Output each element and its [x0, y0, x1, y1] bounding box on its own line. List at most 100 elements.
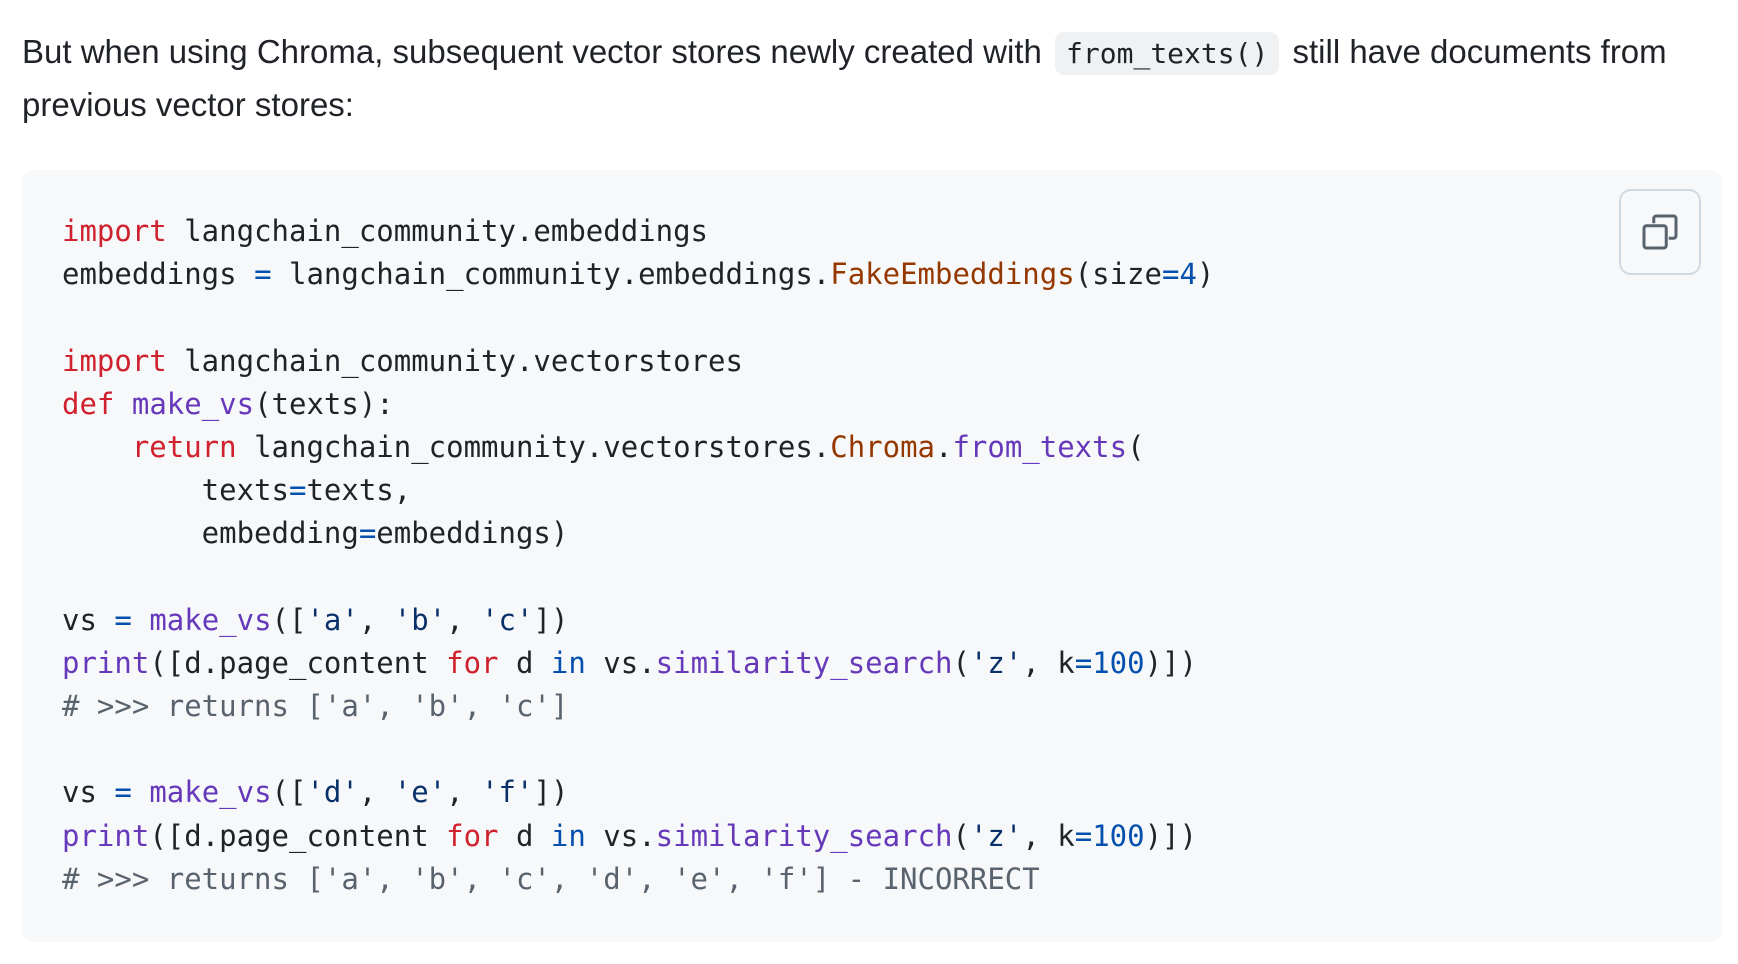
comment-body: But when using Chroma, subsequent vector… — [22, 0, 1722, 130]
code-token: for — [446, 645, 499, 680]
code-token: , k — [1022, 645, 1075, 680]
code-token: # >>> returns ['a', 'b', 'c', 'd', 'e', … — [62, 861, 1040, 896]
code-token: d — [498, 645, 551, 680]
code-token: ) — [1196, 257, 1215, 292]
code-token: 100 — [1092, 645, 1145, 680]
code-token: , — [358, 602, 394, 637]
code-token: , — [358, 775, 394, 810]
code-token: 'z' — [969, 818, 1023, 853]
code-token: vs. — [585, 818, 656, 853]
code-token: FakeEmbeddings — [830, 257, 1075, 292]
code-token: ([ — [271, 775, 307, 810]
code-token: embedding — [62, 516, 359, 551]
code-token: 'f' — [481, 775, 534, 810]
code-token: d — [498, 818, 551, 853]
code-token: ]) — [533, 602, 569, 637]
code-line: vs = make_vs(['d', 'e', 'f']) — [62, 771, 1214, 814]
code-token: make_vs — [149, 602, 272, 637]
code-content: import langchain_community.embeddings emb… — [62, 210, 1214, 901]
code-token: langchain_community.vectorstores. — [236, 429, 831, 464]
code-token: in — [550, 818, 586, 853]
code-token: 'a' — [306, 602, 359, 637]
inline-code: from_texts() — [1055, 32, 1280, 75]
code-line: # >>> returns ['a', 'b', 'c'] — [62, 685, 1214, 728]
code-token: embeddings — [62, 257, 255, 292]
code-token: make_vs — [149, 775, 272, 810]
code-token: import — [62, 214, 167, 248]
code-token: similarity_search — [655, 645, 953, 680]
code-token: = — [1161, 257, 1180, 292]
code-token: vs. — [585, 645, 656, 680]
code-token: ( — [952, 818, 970, 853]
code-token: similarity_search — [655, 818, 953, 853]
code-token: langchain_community.embeddings — [166, 214, 709, 248]
code-line: texts=texts, — [62, 469, 1214, 512]
code-token: ]) — [533, 775, 569, 810]
code-token: # >>> returns ['a', 'b', 'c'] — [62, 689, 569, 724]
code-token: langchain_community.embeddings. — [271, 257, 831, 292]
code-token: vs — [62, 775, 115, 810]
code-token: make_vs — [131, 386, 255, 421]
code-token: . — [935, 429, 953, 464]
code-token: return — [131, 429, 237, 464]
code-token: texts — [62, 473, 289, 508]
paragraph-text-before: But when using Chroma, subsequent vector… — [22, 33, 1042, 70]
code-line: return langchain_community.vectorstores.… — [62, 426, 1214, 469]
code-token: , — [446, 602, 482, 637]
code-token: 'd' — [306, 775, 359, 810]
code-token: 4 — [1179, 257, 1197, 292]
code-token: 'z' — [969, 645, 1023, 680]
code-token: for — [446, 818, 499, 853]
code-token: (texts): — [254, 386, 394, 421]
code-token: embeddings) — [376, 516, 569, 551]
copy-icon — [1640, 212, 1680, 252]
description-paragraph: But when using Chroma, subsequent vector… — [22, 0, 1722, 130]
code-token: )]) — [1144, 818, 1197, 853]
code-token: print — [62, 818, 150, 853]
code-token: ([d.page_content — [149, 818, 447, 853]
code-token: = — [1074, 645, 1093, 680]
code-token: ([d.page_content — [149, 645, 447, 680]
code-line: def make_vs(texts): — [62, 383, 1214, 426]
code-line: import langchain_community.vectorstores — [62, 340, 1214, 383]
code-token: ( — [1127, 429, 1145, 464]
code-token: = — [1074, 818, 1093, 853]
copy-button[interactable] — [1619, 189, 1701, 275]
code-token: = — [358, 516, 377, 551]
code-token: texts, — [306, 473, 412, 508]
code-token: ( — [952, 645, 970, 680]
code-token: , — [446, 775, 482, 810]
code-token: 'c' — [481, 602, 534, 637]
code-token: 'e' — [393, 775, 447, 810]
code-token: def — [62, 386, 115, 421]
code-token: = — [114, 775, 132, 810]
code-token: (size — [1074, 257, 1162, 292]
code-token: = — [288, 473, 307, 508]
code-token: from_texts — [952, 429, 1128, 464]
code-line: embedding=embeddings) — [62, 512, 1214, 555]
code-token: = — [114, 602, 132, 637]
code-block: import langchain_community.embeddings emb… — [22, 170, 1722, 942]
code-token: 100 — [1092, 818, 1145, 853]
code-line: vs = make_vs(['a', 'b', 'c']) — [62, 599, 1214, 642]
code-token: vs — [62, 602, 115, 637]
code-line: import langchain_community.embeddings — [62, 210, 1214, 253]
code-token: ([ — [271, 602, 307, 637]
code-line: print([d.page_content for d in vs.simila… — [62, 642, 1214, 685]
code-token: in — [550, 645, 586, 680]
code-line: embeddings = langchain_community.embeddi… — [62, 253, 1214, 296]
code-token: Chroma — [830, 429, 935, 464]
code-token: = — [254, 257, 272, 292]
code-token: langchain_community.vectorstores — [166, 343, 743, 378]
code-line: print([d.page_content for d in vs.simila… — [62, 815, 1214, 858]
code-token: import — [62, 343, 167, 378]
code-line: # >>> returns ['a', 'b', 'c', 'd', 'e', … — [62, 858, 1214, 901]
code-token: print — [62, 645, 150, 680]
code-token: )]) — [1144, 645, 1197, 680]
